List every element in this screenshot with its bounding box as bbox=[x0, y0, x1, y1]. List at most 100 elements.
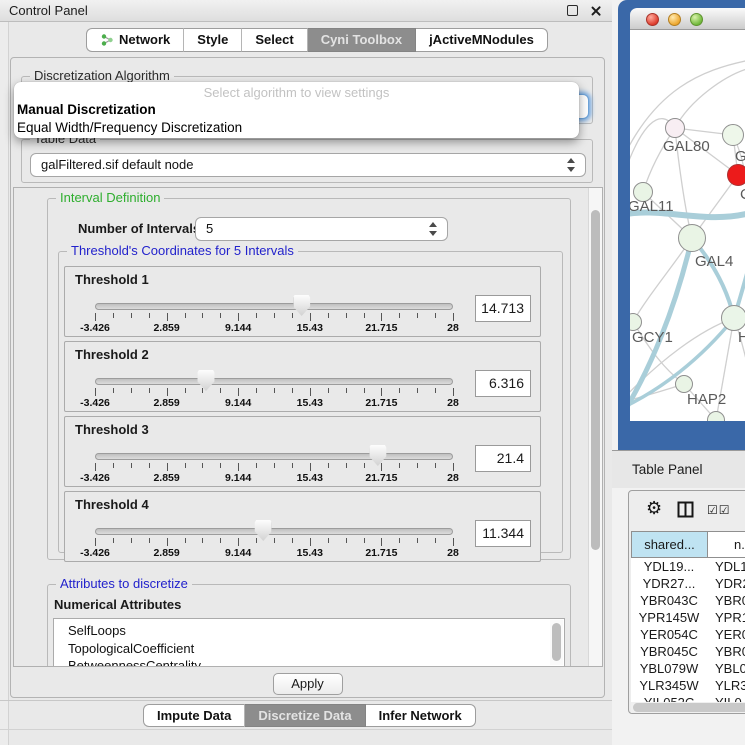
table-row[interactable]: YPR145WYPR1 bbox=[631, 609, 745, 626]
tick-mark bbox=[131, 463, 132, 468]
algorithm-dropdown-popup: Select algorithm to view settings Manual… bbox=[14, 82, 579, 138]
tick-mark bbox=[220, 463, 221, 468]
threshold-4-value-field[interactable]: 11.344 bbox=[475, 520, 531, 547]
column-header-shared[interactable]: shared... bbox=[631, 531, 707, 558]
threshold-3-value-field[interactable]: 21.4 bbox=[475, 445, 531, 472]
threshold-1-slider-track[interactable] bbox=[95, 303, 453, 310]
attributes-group-label: Attributes to discretize bbox=[56, 576, 192, 591]
attribute-list-item[interactable]: SelfLoops bbox=[68, 622, 564, 640]
tab-style[interactable]: Style bbox=[184, 28, 242, 52]
table-cell-name[interactable]: YLR3 bbox=[707, 677, 745, 694]
table-cell-shared-name[interactable]: YBR045C bbox=[631, 643, 707, 660]
checkbox-pair-icon[interactable]: ☑☑ bbox=[707, 503, 731, 517]
table-horizontal-scrollbar[interactable] bbox=[631, 702, 745, 713]
table-row[interactable]: YER054CYER0 bbox=[631, 626, 745, 643]
number-of-intervals-combobox[interactable]: 5 bbox=[195, 217, 448, 241]
float-window-icon[interactable] bbox=[567, 5, 578, 16]
network-window[interactable]: GAL80 GA C GAL11 GAL4 GCY1 H HAP2 bbox=[618, 0, 745, 450]
node-gal4[interactable] bbox=[678, 224, 706, 252]
table-cell-name[interactable]: YPR1 bbox=[707, 609, 745, 626]
table-cell-shared-name[interactable]: YDL19... bbox=[631, 558, 707, 575]
node-ga[interactable] bbox=[722, 124, 744, 146]
table-cell-shared-name[interactable]: YBR043C bbox=[631, 592, 707, 609]
network-window-titlebar[interactable] bbox=[630, 8, 745, 30]
gear-icon[interactable]: ⚙ bbox=[646, 499, 662, 517]
table-cell-name[interactable]: YBR0 bbox=[707, 592, 745, 609]
attribute-list-item[interactable]: TopologicalCoefficient bbox=[68, 640, 564, 658]
table-row[interactable]: YDR27...YDR2 bbox=[631, 575, 745, 592]
attribute-list-item[interactable]: BetweennessCentrality bbox=[68, 657, 564, 667]
algorithm-option-manual[interactable]: Manual Discretization bbox=[14, 101, 579, 119]
tick-label: -3.426 bbox=[80, 322, 110, 334]
tick-mark bbox=[202, 388, 203, 393]
table-cell-name[interactable]: YBR0 bbox=[707, 643, 745, 660]
tab-cyni-toolbox[interactable]: Cyni Toolbox bbox=[308, 28, 416, 52]
column-header-name[interactable]: n... bbox=[707, 531, 745, 558]
settings-vertical-scrollbar[interactable] bbox=[588, 188, 602, 666]
node-gal80[interactable] bbox=[665, 118, 685, 138]
threshold-1-value-field[interactable]: 14.713 bbox=[475, 295, 531, 322]
node-red-selected[interactable] bbox=[727, 164, 745, 186]
table-row[interactable]: YBR045CYBR0 bbox=[631, 643, 745, 660]
tab-network-label: Network bbox=[119, 29, 170, 51]
tick-label: 15.43 bbox=[297, 472, 323, 484]
scrollbar-thumb[interactable] bbox=[633, 703, 745, 712]
table-row[interactable]: YDL19...YDL1 bbox=[631, 558, 745, 575]
table-row[interactable]: YBL079WYBL0 bbox=[631, 660, 745, 677]
numerical-attributes-list[interactable]: SelfLoopsTopologicalCoefficientBetweenne… bbox=[53, 618, 565, 667]
table-cell-shared-name[interactable]: YBL079W bbox=[631, 660, 707, 677]
table-row[interactable]: YLR345WYLR3 bbox=[631, 677, 745, 694]
tick-mark bbox=[292, 463, 293, 468]
apply-button[interactable]: Apply bbox=[273, 673, 343, 695]
tab-impute-data[interactable]: Impute Data bbox=[143, 704, 245, 727]
tab-jactivemnodules-label: jActiveMNodules bbox=[429, 29, 534, 51]
minimize-traffic-light-icon[interactable] bbox=[668, 13, 681, 26]
tab-discretize-data[interactable]: Discretize Data bbox=[245, 704, 365, 727]
threshold-2-value-field[interactable]: 6.316 bbox=[475, 370, 531, 397]
tab-select[interactable]: Select bbox=[242, 28, 307, 52]
node-label: HAP2 bbox=[687, 391, 726, 408]
tick-mark bbox=[274, 388, 275, 393]
table-cell-name[interactable]: YDR2 bbox=[707, 575, 745, 592]
table-cell-shared-name[interactable]: YPR145W bbox=[631, 609, 707, 626]
table-cell-name[interactable]: YER0 bbox=[707, 626, 745, 643]
tick-mark bbox=[453, 313, 454, 321]
split-columns-icon[interactable] bbox=[677, 501, 694, 518]
tick-mark bbox=[310, 313, 311, 321]
network-icon bbox=[100, 33, 114, 47]
table-row[interactable]: YBR043CYBR0 bbox=[631, 592, 745, 609]
threshold-3-slider-track[interactable] bbox=[95, 453, 453, 460]
table-cell-shared-name[interactable]: YER054C bbox=[631, 626, 707, 643]
tick-mark bbox=[364, 313, 365, 318]
tick-label: 15.43 bbox=[297, 322, 323, 334]
thresholds-group-label: Threshold's Coordinates for 5 Intervals bbox=[67, 243, 298, 258]
attributes-scrollbar[interactable] bbox=[550, 620, 563, 665]
scrollbar-thumb[interactable] bbox=[591, 210, 600, 550]
tick-label: 21.715 bbox=[365, 322, 397, 334]
tick-label: 28 bbox=[447, 547, 459, 559]
network-canvas[interactable]: GAL80 GA C GAL11 GAL4 GCY1 H HAP2 bbox=[630, 30, 745, 421]
threshold-2-slider-track[interactable] bbox=[95, 378, 453, 385]
tick-mark bbox=[220, 388, 221, 393]
tab-infer-network[interactable]: Infer Network bbox=[366, 704, 476, 727]
zoom-traffic-light-icon[interactable] bbox=[690, 13, 703, 26]
algorithm-option-equal-width[interactable]: Equal Width/Frequency Discretization bbox=[14, 119, 579, 137]
tick-mark bbox=[113, 463, 114, 468]
number-of-intervals-label: Number of Intervals bbox=[78, 221, 200, 236]
table-cell-shared-name[interactable]: YDR27... bbox=[631, 575, 707, 592]
table-cell-name[interactable]: YDL1 bbox=[707, 558, 745, 575]
node-h[interactable] bbox=[721, 305, 745, 331]
tab-jactivemnodules[interactable]: jActiveMNodules bbox=[416, 28, 548, 52]
tab-network[interactable]: Network bbox=[86, 28, 184, 52]
tick-mark bbox=[185, 463, 186, 468]
tick-label: 28 bbox=[447, 322, 459, 334]
tick-label: 15.43 bbox=[297, 547, 323, 559]
table-cell-name[interactable]: YBL0 bbox=[707, 660, 745, 677]
threshold-4-slider-track[interactable] bbox=[95, 528, 453, 535]
close-icon[interactable] bbox=[590, 5, 602, 17]
table-data-combobox[interactable]: galFiltered.sif default node bbox=[30, 153, 586, 177]
tick-label: 9.144 bbox=[225, 472, 251, 484]
node-label: GAL11 bbox=[630, 198, 674, 215]
table-cell-shared-name[interactable]: YLR345W bbox=[631, 677, 707, 694]
close-traffic-light-icon[interactable] bbox=[646, 13, 659, 26]
